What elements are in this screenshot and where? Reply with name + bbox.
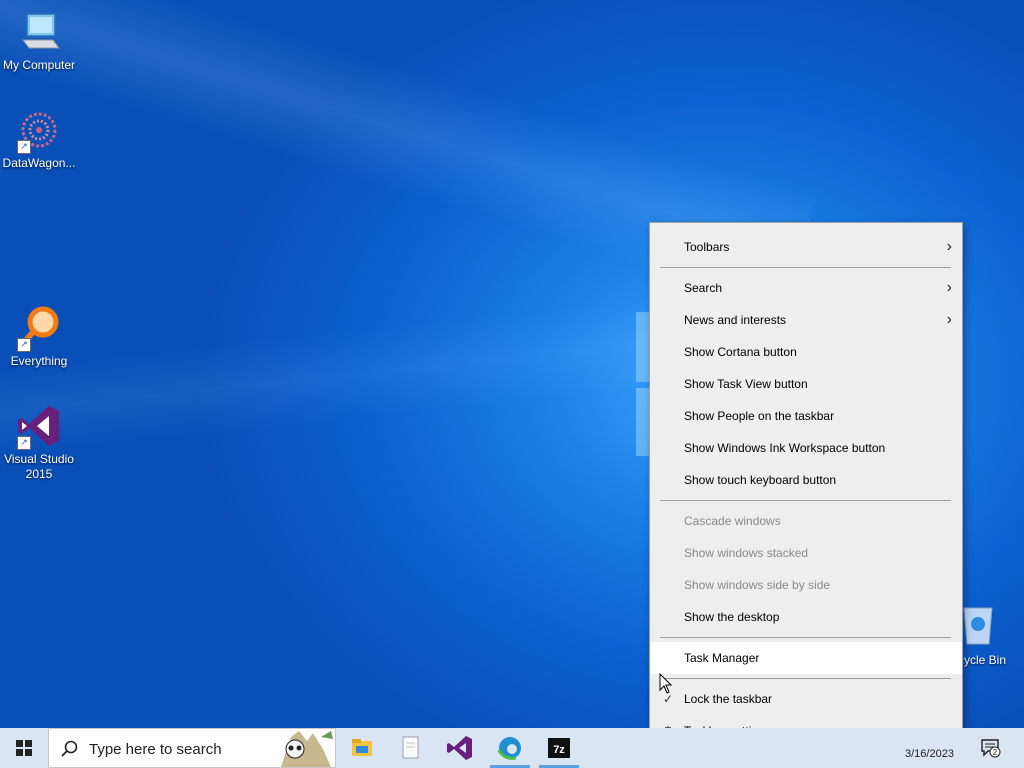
menu-item-windows-stacked: Show windows stacked [650,537,962,569]
menu-item-show-ink-workspace[interactable]: Show Windows Ink Workspace button [650,432,962,464]
taskbar-notepad[interactable] [386,732,434,764]
menu-item-show-desktop[interactable]: Show the desktop [650,601,962,633]
shortcut-arrow-icon: ↗ [17,140,31,154]
taskbar-visual-studio[interactable] [436,732,484,764]
menu-item-label: Cascade windows [684,514,781,528]
menu-item-label: Show windows stacked [684,546,809,560]
datawagon-icon: ↗ [15,106,63,154]
menu-item-label: Show windows side by side [684,578,831,592]
menu-item-label: Lock the taskbar [684,692,773,706]
menu-item-show-task-view[interactable]: Show Task View button [650,368,962,400]
taskbar-clock-date[interactable]: 3/16/2023 [905,748,954,760]
notepad-icon [402,736,419,759]
svg-text:7z: 7z [553,744,565,756]
menu-separator [660,678,951,679]
desktop-icon-label: DataWagon... [2,156,76,170]
taskbar: Type here to search 7z 3/16/2023 2 [0,728,1024,768]
desktop-icon-label: My Computer [2,58,76,72]
taskbar-file-explorer[interactable] [338,732,386,764]
menu-item-cascade-windows: Cascade windows [650,505,962,537]
file-explorer-icon [352,739,372,756]
visual-studio-icon: ↗ [15,402,63,450]
desktop-icon-visual-studio[interactable]: ↗ Visual Studio 2015 [0,402,78,482]
desktop-icon-label: Everything [10,354,68,368]
taskbar-context-menu: Toolbars › Search › News and interests ›… [649,222,963,758]
menu-item-label: Show Cortana button [684,345,797,359]
menu-separator [660,500,951,501]
taskbar-edge[interactable] [486,732,534,768]
menu-item-label: News and interests [684,313,787,327]
menu-item-news-and-interests[interactable]: News and interests › [650,304,962,336]
menu-item-toolbars[interactable]: Toolbars › [650,231,962,263]
menu-item-label: Show Windows Ink Workspace button [684,441,886,455]
menu-item-label: Search [684,281,723,295]
menu-separator [660,637,951,638]
menu-item-label: Show Task View button [684,377,808,391]
desktop-icon-my-computer[interactable]: My Computer [0,8,78,73]
mouse-cursor-icon [659,672,673,700]
menu-item-show-touch-keyboard[interactable]: Show touch keyboard button [650,464,962,496]
menu-item-search[interactable]: Search › [650,272,962,304]
menu-item-label: Show touch keyboard button [684,473,837,487]
computer-icon [15,8,63,56]
desktop-icon-everything[interactable]: ↗ Everything [0,304,78,369]
search-icon [61,740,78,757]
taskbar-search-box[interactable]: Type here to search [48,728,336,768]
menu-item-show-people[interactable]: Show People on the taskbar [650,400,962,432]
menu-item-label: Show People on the taskbar [684,409,835,423]
visual-studio-icon [447,736,472,760]
search-placeholder: Type here to search [89,741,222,758]
chevron-right-icon: › [946,238,952,255]
search-highlight-panda-icon [281,731,333,767]
desktop-icon-label: cycle Bin [958,653,1007,667]
notification-count: 2 [993,748,998,757]
recycle-bin-icon [960,602,996,649]
chevron-right-icon: › [946,279,952,296]
edge-icon [497,737,521,760]
menu-separator [660,267,951,268]
menu-item-label: Task Manager [684,651,760,665]
shortcut-arrow-icon: ↗ [17,436,31,450]
7zip-icon: 7z [548,738,570,758]
notification-icon: 2 [981,739,1001,758]
menu-item-label: Toolbars [684,240,730,254]
menu-item-show-cortana[interactable]: Show Cortana button [650,336,962,368]
taskbar-7zip[interactable]: 7z [535,732,583,768]
menu-item-label: Show the desktop [684,610,780,624]
action-center-button[interactable]: 2 [980,738,1002,758]
start-button[interactable] [0,728,48,768]
menu-item-lock-taskbar[interactable]: ✓ Lock the taskbar [650,683,962,715]
desktop-icon-label: Visual Studio 2015 [4,452,74,481]
desktop-icon-datawagon[interactable]: ↗ DataWagon... [0,106,78,171]
shortcut-arrow-icon: ↗ [17,338,31,352]
menu-item-windows-side-by-side: Show windows side by side [650,569,962,601]
menu-item-task-manager[interactable]: Task Manager [650,642,962,674]
chevron-right-icon: › [946,311,952,328]
windows-logo-icon [16,740,32,756]
everything-magnifier-icon: ↗ [15,304,63,352]
